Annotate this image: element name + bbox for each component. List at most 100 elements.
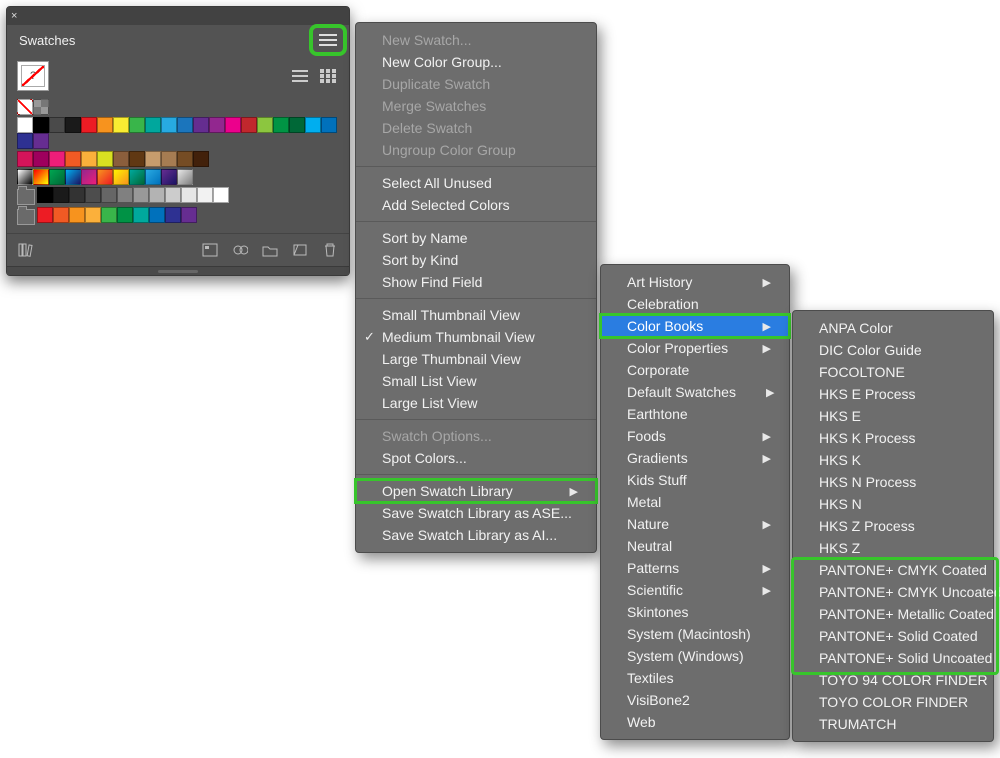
color-swatch[interactable] bbox=[305, 117, 321, 133]
menu-item[interactable]: TOYO 94 COLOR FINDER bbox=[793, 669, 993, 691]
menu-item[interactable]: HKS K bbox=[793, 449, 993, 471]
color-swatch[interactable] bbox=[85, 187, 101, 203]
color-swatch[interactable] bbox=[97, 151, 113, 167]
current-swatch[interactable]: ? bbox=[17, 61, 49, 91]
registration-swatch[interactable] bbox=[33, 99, 49, 115]
menu-item[interactable]: TOYO COLOR FINDER bbox=[793, 691, 993, 713]
color-swatch[interactable] bbox=[193, 117, 209, 133]
color-swatch[interactable] bbox=[69, 187, 85, 203]
menu-item[interactable]: Web bbox=[601, 711, 789, 733]
color-swatch[interactable] bbox=[113, 151, 129, 167]
menu-item[interactable]: TRUMATCH bbox=[793, 713, 993, 735]
menu-item[interactable]: HKS Z Process bbox=[793, 515, 993, 537]
menu-item[interactable]: PANTONE+ CMYK Uncoated bbox=[793, 581, 993, 603]
menu-item[interactable]: Corporate bbox=[601, 359, 789, 381]
menu-item[interactable]: HKS E Process bbox=[793, 383, 993, 405]
color-swatch[interactable] bbox=[133, 207, 149, 223]
color-swatch[interactable] bbox=[225, 117, 241, 133]
none-swatch[interactable] bbox=[17, 99, 33, 115]
library-icon[interactable] bbox=[15, 240, 37, 260]
menu-item[interactable]: Nature▶ bbox=[601, 513, 789, 535]
color-swatch[interactable] bbox=[117, 187, 133, 203]
gradient-swatch[interactable] bbox=[65, 169, 81, 185]
color-swatch[interactable] bbox=[133, 187, 149, 203]
color-swatch[interactable] bbox=[33, 133, 49, 149]
menu-item[interactable]: Small List View bbox=[356, 370, 596, 392]
menu-item[interactable]: Foods▶ bbox=[601, 425, 789, 447]
menu-item[interactable]: New Color Group... bbox=[356, 51, 596, 73]
color-swatch[interactable] bbox=[149, 187, 165, 203]
menu-item[interactable]: FOCOLTONE bbox=[793, 361, 993, 383]
color-swatch[interactable] bbox=[149, 207, 165, 223]
menu-item[interactable]: HKS N bbox=[793, 493, 993, 515]
folder-icon[interactable] bbox=[17, 189, 35, 205]
menu-item[interactable]: HKS Z bbox=[793, 537, 993, 559]
menu-item[interactable]: Metal bbox=[601, 491, 789, 513]
menu-item[interactable]: HKS E bbox=[793, 405, 993, 427]
gradient-swatch[interactable] bbox=[145, 169, 161, 185]
color-swatch[interactable] bbox=[165, 207, 181, 223]
options-icon[interactable] bbox=[229, 240, 251, 260]
color-swatch[interactable] bbox=[37, 187, 53, 203]
color-swatch[interactable] bbox=[113, 117, 129, 133]
show-kind-icon[interactable] bbox=[199, 240, 221, 260]
color-swatch[interactable] bbox=[81, 151, 97, 167]
list-view-icon[interactable] bbox=[289, 66, 311, 86]
menu-item[interactable]: Color Books▶ bbox=[601, 315, 789, 337]
swatches-tab[interactable]: Swatches bbox=[7, 27, 87, 54]
gradient-swatch[interactable] bbox=[33, 169, 49, 185]
color-swatch[interactable] bbox=[257, 117, 273, 133]
color-swatch[interactable] bbox=[65, 151, 81, 167]
color-swatch[interactable] bbox=[181, 207, 197, 223]
new-swatch-icon[interactable] bbox=[289, 240, 311, 260]
gradient-swatch[interactable] bbox=[129, 169, 145, 185]
color-swatch[interactable] bbox=[145, 151, 161, 167]
menu-item[interactable]: Kids Stuff bbox=[601, 469, 789, 491]
color-swatch[interactable] bbox=[181, 187, 197, 203]
menu-item[interactable]: Save Swatch Library as AI... bbox=[356, 524, 596, 546]
menu-item[interactable]: Small Thumbnail View bbox=[356, 304, 596, 326]
gradient-swatch[interactable] bbox=[17, 169, 33, 185]
color-swatch[interactable] bbox=[117, 207, 133, 223]
color-swatch[interactable] bbox=[165, 187, 181, 203]
menu-item[interactable]: PANTONE+ Solid Coated bbox=[793, 625, 993, 647]
color-swatch[interactable] bbox=[37, 207, 53, 223]
gradient-swatch[interactable] bbox=[97, 169, 113, 185]
color-swatch[interactable] bbox=[69, 207, 85, 223]
menu-item[interactable]: Save Swatch Library as ASE... bbox=[356, 502, 596, 524]
menu-item[interactable]: Color Properties▶ bbox=[601, 337, 789, 359]
color-swatch[interactable] bbox=[101, 207, 117, 223]
menu-item[interactable]: Scientific▶ bbox=[601, 579, 789, 601]
menu-item[interactable]: Sort by Name bbox=[356, 227, 596, 249]
menu-item[interactable]: System (Windows) bbox=[601, 645, 789, 667]
color-swatch[interactable] bbox=[129, 117, 145, 133]
menu-item[interactable]: System (Macintosh) bbox=[601, 623, 789, 645]
menu-item[interactable]: Large List View bbox=[356, 392, 596, 414]
color-swatch[interactable] bbox=[53, 207, 69, 223]
color-swatch[interactable] bbox=[241, 117, 257, 133]
color-swatch[interactable] bbox=[129, 151, 145, 167]
gradient-swatch[interactable] bbox=[161, 169, 177, 185]
color-swatch[interactable] bbox=[213, 187, 229, 203]
menu-item[interactable]: VisiBone2 bbox=[601, 689, 789, 711]
menu-item[interactable]: Default Swatches▶ bbox=[601, 381, 789, 403]
color-swatch[interactable] bbox=[49, 151, 65, 167]
color-swatch[interactable] bbox=[33, 151, 49, 167]
menu-item[interactable]: Celebration bbox=[601, 293, 789, 315]
color-swatch[interactable] bbox=[97, 117, 113, 133]
grid-view-icon[interactable] bbox=[317, 66, 339, 86]
color-swatch[interactable] bbox=[161, 151, 177, 167]
menu-item[interactable]: DIC Color Guide bbox=[793, 339, 993, 361]
color-swatch[interactable] bbox=[289, 117, 305, 133]
color-swatch[interactable] bbox=[17, 133, 33, 149]
new-group-icon[interactable] bbox=[259, 240, 281, 260]
color-swatch[interactable] bbox=[53, 187, 69, 203]
menu-item[interactable]: Gradients▶ bbox=[601, 447, 789, 469]
color-swatch[interactable] bbox=[193, 151, 209, 167]
color-swatch[interactable] bbox=[177, 117, 193, 133]
gradient-swatch[interactable] bbox=[113, 169, 129, 185]
menu-item[interactable]: Art History▶ bbox=[601, 271, 789, 293]
menu-item[interactable]: HKS N Process bbox=[793, 471, 993, 493]
menu-item[interactable]: PANTONE+ Solid Uncoated bbox=[793, 647, 993, 669]
color-swatch[interactable] bbox=[17, 117, 33, 133]
